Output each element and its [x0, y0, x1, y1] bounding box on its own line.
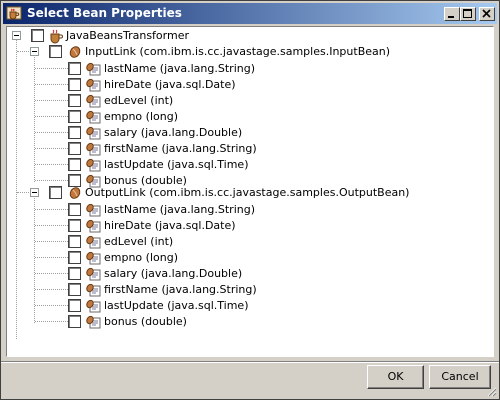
property-checkbox[interactable]: [68, 219, 81, 232]
guide: [35, 241, 68, 242]
property-icon: [85, 314, 101, 330]
property-icon: [85, 125, 101, 141]
guide: [35, 132, 68, 133]
property-icon: [85, 218, 101, 234]
property-checkbox[interactable]: [68, 235, 81, 248]
guide: [35, 273, 68, 274]
maximize-button[interactable]: [460, 7, 476, 21]
property-checkbox[interactable]: [68, 126, 81, 139]
window-title: Select Bean Properties: [27, 6, 182, 20]
property-label: empno (long): [104, 251, 178, 264]
group-label: InputLink (com.ibm.is.cc.javastage.sampl…: [85, 45, 391, 58]
property-icon: [85, 109, 101, 125]
resize-grip-icon[interactable]: [485, 385, 497, 397]
property-label: salary (java.lang.Double): [104, 267, 243, 280]
property-label: edLevel (int): [104, 94, 174, 107]
ok-button[interactable]: OK: [367, 365, 424, 389]
guide: [35, 257, 68, 258]
guide: [35, 84, 68, 85]
root-checkbox[interactable]: [31, 29, 44, 42]
minimize-icon: [448, 16, 454, 18]
root-guide: [16, 40, 17, 339]
property-checkbox[interactable]: [68, 251, 81, 264]
guide: [35, 225, 68, 226]
guide: [35, 305, 68, 306]
close-button[interactable]: [479, 7, 495, 21]
property-icon: [85, 202, 101, 218]
property-checkbox[interactable]: [68, 78, 81, 91]
root-label: JavaBeansTransformer: [66, 29, 189, 42]
guide: [35, 116, 68, 117]
bean-properties-tree[interactable]: JavaBeansTransformer InputLink (com.ibm.…: [6, 26, 494, 357]
cancel-button[interactable]: Cancel: [429, 365, 491, 389]
property-label: hireDate (java.sql.Date): [104, 219, 236, 232]
property-checkbox[interactable]: [68, 94, 81, 107]
property-label: lastName (java.lang.String): [104, 203, 255, 216]
bean-icon: [69, 46, 81, 58]
property-checkbox[interactable]: [68, 267, 81, 280]
footer-divider: [1, 361, 499, 363]
bean-icon: [69, 187, 81, 199]
property-label: lastUpdate (java.sql.Time): [104, 158, 249, 171]
property-icon: [85, 250, 101, 266]
property-label: salary (java.lang.Double): [104, 126, 243, 139]
title-bar: Select Bean Properties: [3, 3, 497, 24]
output-link-checkbox[interactable]: [49, 186, 62, 199]
output-link-collapse-toggle[interactable]: [30, 188, 39, 197]
select-bean-properties-dialog: Select Bean Properties JavaBeansTransfor…: [0, 0, 500, 400]
property-checkbox[interactable]: [68, 142, 81, 155]
group-label: OutputLink (com.ibm.is.cc.javastage.samp…: [85, 186, 410, 199]
property-icon: [85, 61, 101, 77]
guide: [35, 289, 68, 290]
property-checkbox[interactable]: [68, 283, 81, 296]
property-icon: [85, 157, 101, 173]
property-checkbox[interactable]: [68, 110, 81, 123]
guide: [35, 68, 68, 69]
property-checkbox[interactable]: [68, 62, 81, 75]
property-label: empno (long): [104, 110, 178, 123]
property-icon: [85, 93, 101, 109]
property-checkbox[interactable]: [68, 315, 81, 328]
property-checkbox[interactable]: [68, 299, 81, 312]
property-checkbox[interactable]: [68, 158, 81, 171]
input-link-collapse-toggle[interactable]: [30, 47, 39, 56]
property-icon: [85, 141, 101, 157]
guide: [35, 209, 68, 210]
maximize-icon: [463, 9, 472, 18]
java-cup-icon: [6, 6, 22, 20]
java-cup-icon: [50, 29, 63, 44]
property-checkbox[interactable]: [68, 203, 81, 216]
property-icon: [85, 234, 101, 250]
guide: [35, 100, 68, 101]
property-label: lastName (java.lang.String): [104, 62, 255, 75]
property-label: lastUpdate (java.sql.Time): [104, 299, 249, 312]
input-link-checkbox[interactable]: [49, 45, 62, 58]
property-icon: [85, 77, 101, 93]
property-label: bonus (double): [104, 315, 187, 328]
property-icon: [85, 266, 101, 282]
property-label: edLevel (int): [104, 235, 174, 248]
root-collapse-toggle[interactable]: [12, 31, 21, 40]
minimize-button[interactable]: [444, 7, 460, 21]
property-icon: [85, 298, 101, 314]
guide: [35, 180, 68, 181]
guide: [35, 148, 68, 149]
property-label: hireDate (java.sql.Date): [104, 78, 236, 91]
property-icon: [85, 282, 101, 298]
property-label: firstName (java.lang.String): [104, 142, 257, 155]
close-icon: [482, 9, 491, 18]
guide: [35, 321, 68, 322]
guide: [35, 164, 68, 165]
property-label: firstName (java.lang.String): [104, 283, 257, 296]
